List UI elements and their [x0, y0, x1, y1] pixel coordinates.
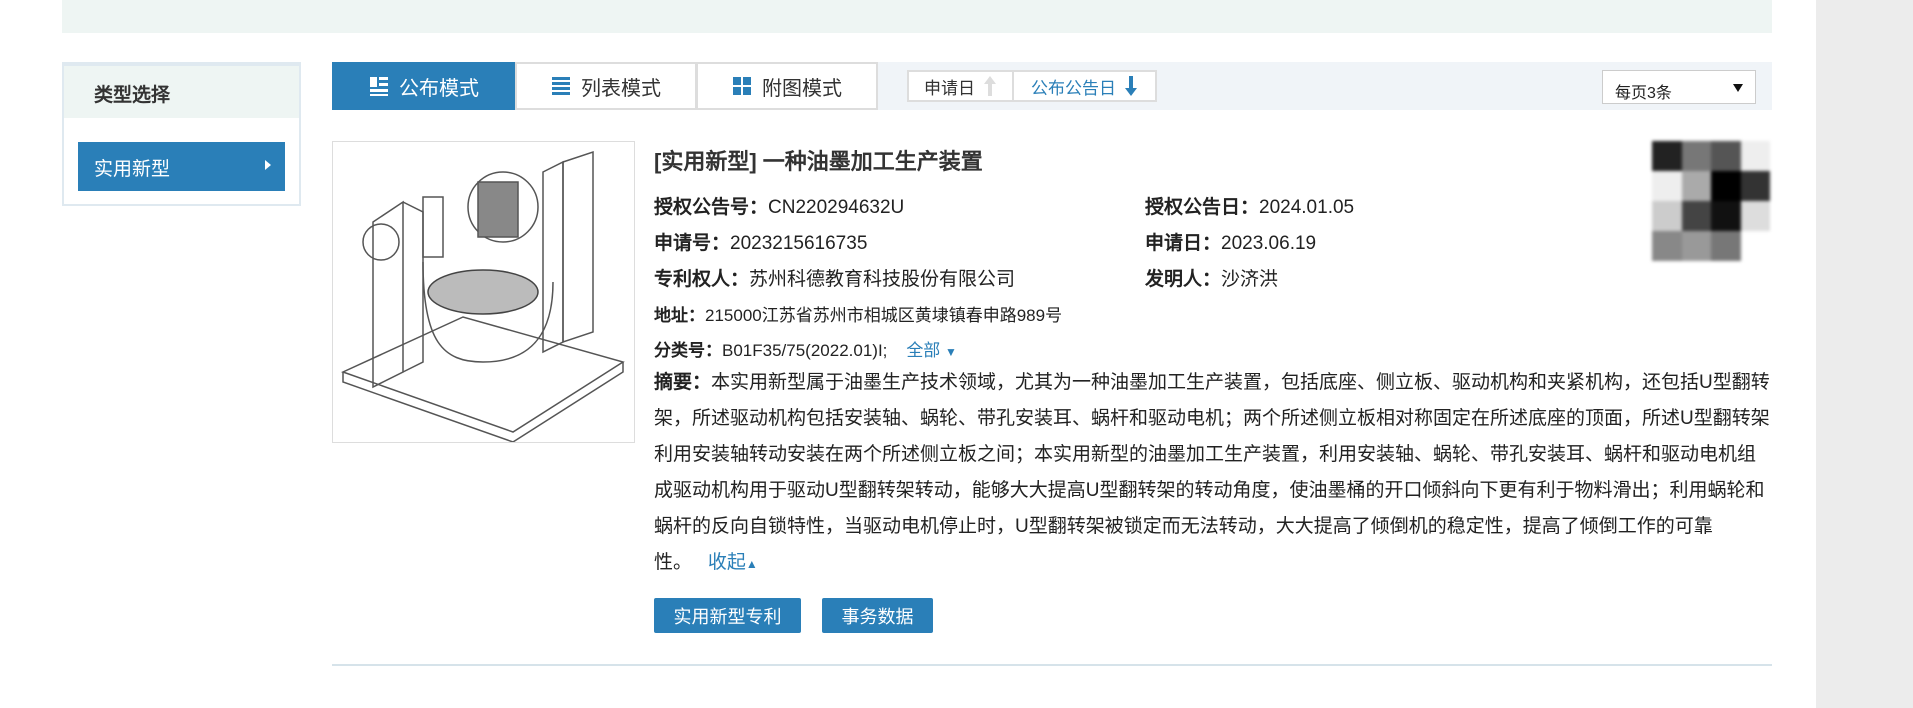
- top-band: [62, 0, 1772, 33]
- patent-holder-field: 专利权人：苏州科德教育科技股份有限公司: [654, 264, 1015, 291]
- qr-code-image: [1652, 141, 1770, 261]
- tab-label: 附图模式: [762, 77, 842, 100]
- abstract-text: 本实用新型属于油墨生产技术领域，尤其为一种油墨加工生产装置，包括底座、侧立板、驱…: [654, 372, 1770, 573]
- view-toolbar: 公布模式 列表模式 附图模式 申请日 公布公告日 每页3条: [332, 62, 1772, 110]
- tab-figure-mode[interactable]: 附图模式: [696, 62, 878, 110]
- abstract-label: 摘要：: [654, 372, 712, 393]
- patent-title[interactable]: [实用新型] 一种油墨加工生产装置: [654, 144, 983, 176]
- patent-drawing-thumbnail[interactable]: [332, 141, 635, 443]
- arrow-down-icon: [1125, 76, 1137, 96]
- field-label: 授权公告号：: [654, 197, 769, 218]
- application-date-field: 申请日：2023.06.19: [1145, 228, 1316, 255]
- sort-by-application-date[interactable]: 申请日: [907, 70, 1014, 102]
- tab-list-mode[interactable]: 列表模式: [515, 62, 697, 110]
- grant-number-field: 授权公告号：CN220294632U: [654, 192, 904, 219]
- grid-icon: [733, 77, 751, 95]
- sort-label: 申请日: [924, 78, 975, 98]
- page-scroll-gutter: [1816, 0, 1913, 708]
- list-icon: [552, 77, 570, 95]
- publish-list-icon: [370, 77, 388, 96]
- field-value: B01F35/75(2022.01)I;: [722, 341, 888, 360]
- result-divider: [332, 664, 1772, 666]
- transaction-data-button[interactable]: 事务数据: [822, 598, 933, 633]
- per-page-value: 每页3条: [1615, 85, 1672, 102]
- type-filter-title: 类型选择: [64, 66, 299, 118]
- caret-down-icon: ▼: [945, 345, 957, 359]
- field-label: 专利权人：: [654, 269, 750, 290]
- arrow-up-icon: [984, 76, 996, 96]
- link-label: 全部: [906, 341, 941, 360]
- field-value: 苏州科德教育科技股份有限公司: [749, 269, 1016, 290]
- field-label: 申请日：: [1145, 233, 1222, 254]
- abstract: 摘要：本实用新型属于油墨生产技术领域，尤其为一种油墨加工生产装置，包括底座、侧立…: [654, 365, 1774, 582]
- field-value: CN220294632U: [768, 197, 905, 218]
- address-field: 地址：215000江苏省苏州市相城区黄埭镇春申路989号: [654, 301, 1062, 326]
- application-number-field: 申请号：2023215616735: [654, 228, 867, 255]
- field-value: 2023.06.19: [1221, 233, 1317, 254]
- tab-label: 公布模式: [399, 77, 479, 100]
- tab-label: 列表模式: [581, 77, 661, 100]
- type-filter-panel: 类型选择 实用新型: [62, 62, 301, 206]
- link-label: 收起: [707, 552, 746, 573]
- inventor-field: 发明人：沙济洪: [1145, 264, 1278, 291]
- utility-model-patent-button[interactable]: 实用新型专利: [654, 598, 801, 633]
- patent-drawing: [341, 150, 625, 443]
- tab-publish-mode[interactable]: 公布模式: [332, 62, 516, 110]
- show-all-classes-link[interactable]: 全部 ▼: [906, 341, 957, 360]
- field-value: 215000江苏省苏州市相城区黄埭镇春申路989号: [705, 306, 1063, 325]
- per-page-select[interactable]: 每页3条: [1602, 70, 1756, 104]
- grant-date-field: 授权公告日：2024.01.05: [1145, 192, 1354, 219]
- field-label: 发明人：: [1145, 269, 1222, 290]
- collapse-abstract-link[interactable]: 收起▲: [708, 552, 758, 573]
- type-filter-label: 实用新型: [94, 159, 171, 180]
- field-value: 沙济洪: [1221, 269, 1279, 290]
- sort-label: 公布公告日: [1031, 78, 1116, 98]
- caret-up-icon: ▲: [745, 557, 758, 571]
- classification-field: 分类号：B01F35/75(2022.01)I; 全部 ▼: [654, 336, 957, 361]
- type-filter-utility-model[interactable]: 实用新型: [78, 142, 285, 191]
- field-value: 2024.01.05: [1259, 197, 1355, 218]
- field-label: 分类号：: [654, 341, 722, 360]
- field-label: 地址：: [654, 306, 705, 325]
- field-label: 授权公告日：: [1145, 197, 1260, 218]
- chevron-right-icon: [265, 160, 271, 170]
- field-label: 申请号：: [654, 233, 731, 254]
- field-value: 2023215616735: [730, 233, 868, 254]
- chevron-down-icon: [1733, 84, 1743, 92]
- sort-by-publication-date[interactable]: 公布公告日: [1012, 70, 1157, 102]
